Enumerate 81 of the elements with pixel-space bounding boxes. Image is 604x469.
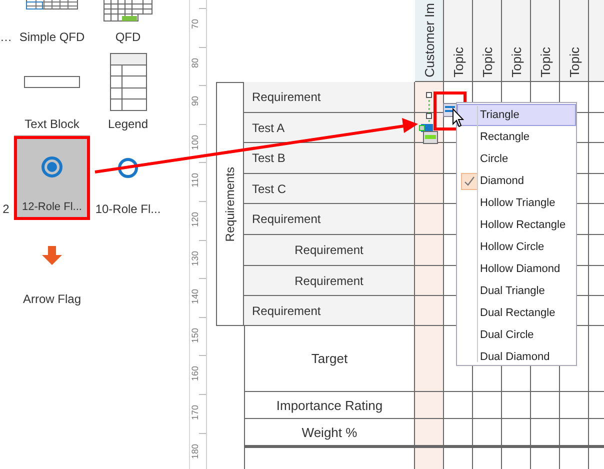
row-header: Requirement bbox=[244, 296, 415, 326]
column-header: Topic bbox=[444, 0, 473, 82]
rectangle-icon[interactable] bbox=[24, 76, 80, 88]
menu-item[interactable]: Hollow Rectangle bbox=[457, 214, 576, 236]
selected-shape-drawing[interactable] bbox=[419, 92, 438, 144]
table-cell bbox=[560, 392, 589, 419]
shape-label: Legend bbox=[108, 116, 148, 132]
table-cell bbox=[444, 446, 473, 469]
table-cell bbox=[415, 392, 444, 419]
menu-item[interactable]: Dual Diamond bbox=[457, 346, 576, 368]
menu-item[interactable]: Dual Triangle bbox=[457, 280, 576, 302]
ruler-number: 150 bbox=[190, 328, 200, 343]
table-cell bbox=[531, 392, 560, 419]
menu-item[interactable]: Triangle bbox=[457, 104, 576, 126]
library-tile[interactable]: 10-Role Fl... bbox=[90, 135, 166, 220]
table-cell bbox=[560, 419, 589, 446]
ruler-number: 70 bbox=[190, 19, 200, 30]
shape-label: 10-Role Fl... bbox=[95, 201, 161, 217]
table-cell bbox=[444, 392, 473, 419]
menu-item[interactable]: Diamond bbox=[457, 170, 576, 192]
table-cell bbox=[473, 419, 502, 446]
row-header: Requirement bbox=[244, 204, 415, 235]
ruler-number: 130 bbox=[190, 250, 200, 266]
ruler-number: 90 bbox=[190, 96, 200, 106]
ruler-number: 160 bbox=[190, 366, 200, 382]
table-cell bbox=[560, 446, 589, 469]
shape-label: Arrow Flag bbox=[22, 291, 81, 307]
table-cell bbox=[531, 419, 560, 446]
menu-item[interactable]: Hollow Triangle bbox=[457, 192, 576, 214]
table-cell bbox=[473, 446, 502, 469]
row-group-header: Requirements bbox=[216, 82, 244, 326]
library-tile[interactable]: Text Block bbox=[14, 48, 90, 135]
menu-item[interactable]: Dual Circle bbox=[457, 324, 576, 346]
column-header: Topic bbox=[560, 0, 589, 82]
ring-icon[interactable] bbox=[117, 157, 139, 179]
shape-label: Simple QFD bbox=[19, 29, 85, 45]
menu-item[interactable]: Circle bbox=[457, 148, 576, 170]
table-cell bbox=[415, 326, 444, 392]
row-header: Test C bbox=[244, 174, 415, 204]
menu-item[interactable]: Rectangle bbox=[457, 126, 576, 148]
column-header: Customer Im bbox=[415, 0, 444, 82]
ruler-number: 100 bbox=[190, 134, 200, 150]
ruler-number: 120 bbox=[190, 212, 200, 227]
library-tile[interactable]: QFD bbox=[90, 0, 166, 48]
column-header: Topic bbox=[502, 0, 531, 82]
table-cell bbox=[502, 419, 531, 446]
library-tile[interactable]: Legend bbox=[90, 48, 166, 135]
column-header: Topic bbox=[531, 0, 560, 82]
row-header: Requirement bbox=[244, 82, 415, 113]
row-header: Test B bbox=[244, 143, 415, 174]
table-cell bbox=[502, 446, 531, 469]
library-tile[interactable]: Arrow Flag bbox=[14, 220, 90, 310]
column-header: Topic bbox=[473, 0, 502, 82]
ruler-number: 80 bbox=[190, 58, 200, 68]
table-cell bbox=[415, 419, 444, 446]
legend-table-icon[interactable] bbox=[110, 53, 146, 111]
ruler-number: 140 bbox=[190, 289, 200, 304]
row-header: Test A bbox=[244, 113, 415, 143]
menu-item[interactable]: Hollow Circle bbox=[457, 236, 576, 258]
table-cell bbox=[473, 392, 502, 419]
shape-label: QFD bbox=[115, 29, 141, 45]
library-tile[interactable]: Simple QFD bbox=[14, 0, 90, 48]
table-cell bbox=[415, 446, 444, 469]
grid-table-icon[interactable] bbox=[103, 0, 153, 22]
target-circle-icon[interactable] bbox=[41, 156, 63, 178]
menu-item[interactable]: Hollow Diamond bbox=[457, 258, 576, 280]
table-cell bbox=[444, 419, 473, 446]
ruler-number: 180 bbox=[190, 444, 200, 459]
shape-label: Text Block bbox=[24, 116, 80, 132]
row-header: Requirement bbox=[244, 235, 415, 266]
down-arrow-icon[interactable] bbox=[42, 246, 62, 266]
ruler-number: 170 bbox=[190, 404, 200, 420]
grid-table-icon[interactable] bbox=[26, 0, 78, 10]
shape-label: … bbox=[0, 29, 12, 45]
row-header: Requirement bbox=[244, 266, 415, 296]
ruler-number: 110 bbox=[190, 173, 200, 188]
table-cell bbox=[502, 392, 531, 419]
shape-label: 12-Role Fl... bbox=[22, 200, 82, 215]
shape-label: 2 bbox=[2, 201, 10, 217]
table-cell bbox=[531, 446, 560, 469]
menu-item[interactable]: Dual Rectangle bbox=[457, 302, 576, 324]
